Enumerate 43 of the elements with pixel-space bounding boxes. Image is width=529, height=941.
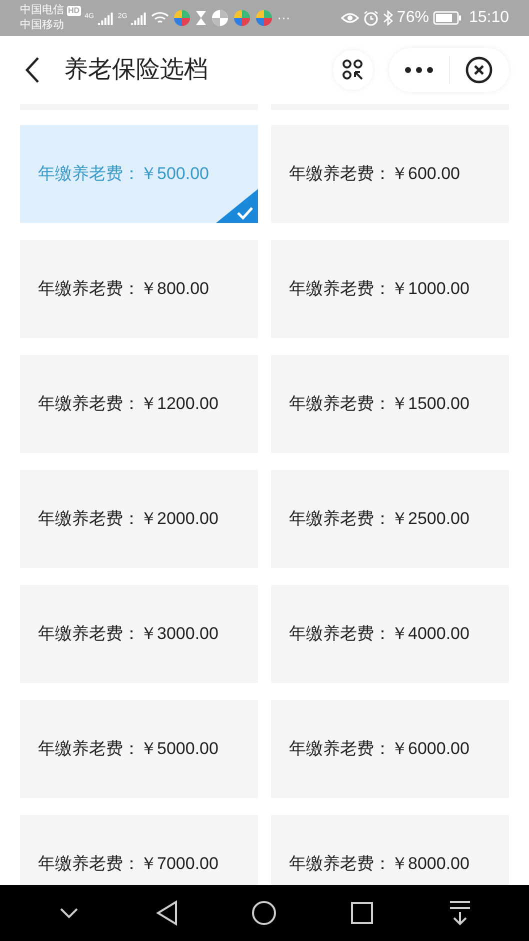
hd-badge: HD [67,6,81,16]
option-card[interactable]: 年缴养老费：￥1000.00 [271,240,509,338]
more-icon [404,66,434,74]
scan-button[interactable] [333,50,373,90]
home-circle-icon [251,900,278,926]
back-triangle-icon [154,900,179,926]
option-card[interactable]: 年缴养老费：￥5000.00 [20,700,258,798]
alarm-icon [362,10,379,26]
app-icon [233,9,252,27]
option-card[interactable]: 年缴养老费：￥3000.00 [20,585,258,683]
battery-percentage: 76% [396,8,429,28]
carrier-name: 中国移动 [20,18,65,33]
app-icon [173,9,192,27]
page-title: 养老保险选档 [64,55,208,85]
carrier-name: 中国电信 [20,3,64,18]
signal-icon [131,11,148,25]
back-icon [24,56,40,84]
check-icon [216,189,258,223]
more-indicator: ··· [277,9,290,28]
pull-down-icon [449,900,472,926]
option-card[interactable]: 年缴养老费：￥7000.00 [20,815,258,885]
option-card[interactable]: 年缴养老费：￥2500.00 [271,470,509,568]
option-card[interactable]: 年缴养老费：￥4000.00 [271,585,509,683]
app-icon [211,9,230,27]
option-card[interactable]: 年缴养老费：￥1500.00 [271,355,509,453]
option-card[interactable]: 年缴养老费：￥600.00 [271,125,509,223]
bluetooth-icon [382,10,393,26]
eye-icon [340,11,359,25]
clock: 15:10 [468,8,509,28]
hourglass-icon [195,10,208,26]
option-card[interactable]: 年缴养老费：￥800.00 [20,240,258,338]
option-card[interactable]: 年缴养老费：￥1200.00 [20,355,258,453]
option-card[interactable]: 年缴养老费：￥6000.00 [271,700,509,798]
square-icon [350,901,374,925]
chevron-down-icon [58,907,79,919]
battery-icon [432,11,461,25]
signal-icon [98,11,114,25]
app-icon [255,9,274,27]
option-card[interactable]: 年缴养老费：￥2000.00 [20,470,258,568]
option-card[interactable]: 年缴养老费：￥8000.00 [271,815,509,885]
close-icon [465,56,494,84]
scan-icon [341,58,365,82]
wifi-icon [151,11,170,25]
